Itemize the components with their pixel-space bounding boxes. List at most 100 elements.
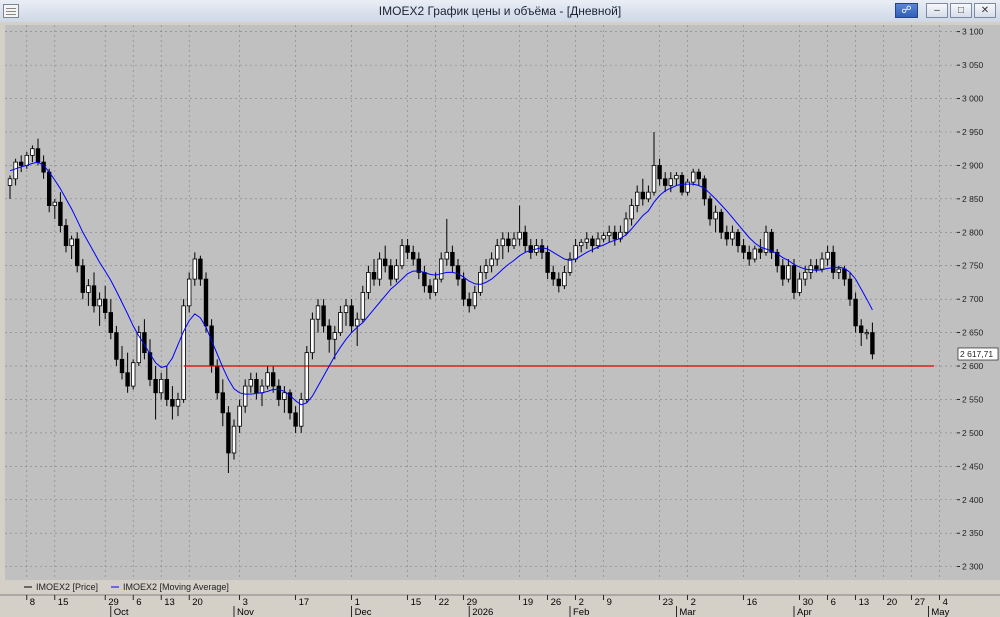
candle-up bbox=[315, 305, 321, 320]
legend-ma-label: IMOEX2 [Moving Average] bbox=[123, 582, 229, 592]
price-chart[interactable]: 3 100 3 050 3 000 2 950 2 900 2 850 2 800 2 750… bbox=[0, 22, 1000, 617]
candle-down bbox=[466, 298, 472, 307]
date-label: 6 bbox=[831, 597, 836, 608]
minimize-button[interactable]: – bbox=[926, 3, 948, 18]
candle-up bbox=[517, 231, 522, 240]
candle-up bbox=[494, 245, 500, 260]
candle-down bbox=[103, 298, 108, 313]
date-label: 16 bbox=[747, 597, 758, 608]
legend: IMOEX2 [Price] IMOEX2 [Moving Average] bbox=[24, 582, 229, 592]
date-axis[interactable] bbox=[0, 595, 1000, 617]
candle-up bbox=[192, 258, 197, 280]
candle-down bbox=[523, 231, 528, 247]
candle-up bbox=[343, 305, 349, 313]
date-label: 17 bbox=[299, 597, 310, 608]
candle-up bbox=[377, 258, 382, 280]
candle-down bbox=[349, 305, 354, 327]
candle-down bbox=[170, 399, 175, 407]
candle-down bbox=[769, 231, 774, 253]
legend-price-label: IMOEX2 [Price] bbox=[36, 582, 98, 592]
candle-up bbox=[635, 191, 640, 206]
candle-down bbox=[198, 258, 203, 280]
candle-up bbox=[394, 265, 399, 280]
candle-up bbox=[366, 272, 371, 293]
candle-up bbox=[579, 241, 584, 247]
candle-down bbox=[450, 251, 455, 267]
candle-down bbox=[405, 245, 410, 253]
candle-down bbox=[791, 265, 797, 293]
date-label: 20 bbox=[887, 597, 898, 608]
candle-down bbox=[612, 231, 617, 240]
candle-down bbox=[847, 278, 853, 300]
candle-up bbox=[674, 175, 679, 180]
y-tick-label: 2 650 bbox=[962, 328, 984, 338]
y-tick-label: 2 800 bbox=[962, 227, 984, 237]
candle-down bbox=[758, 248, 763, 253]
candle-up bbox=[181, 305, 186, 400]
link-icon: ☍ bbox=[901, 5, 912, 16]
candle-up bbox=[158, 378, 164, 394]
date-label: 13 bbox=[859, 597, 870, 608]
period-label: Nov bbox=[237, 607, 254, 617]
candle-up bbox=[483, 265, 489, 273]
candle-down bbox=[719, 211, 724, 233]
candle-up bbox=[825, 251, 830, 260]
y-tick-label: 2 350 bbox=[962, 528, 984, 538]
candle-up bbox=[489, 258, 494, 267]
candle-down bbox=[455, 265, 461, 280]
y-tick-label: 2 600 bbox=[962, 361, 984, 371]
candle-down bbox=[108, 312, 113, 333]
candle-down bbox=[326, 325, 332, 340]
candle-down bbox=[427, 285, 433, 293]
maximize-button[interactable]: □ bbox=[950, 3, 972, 18]
candle-down bbox=[203, 278, 209, 327]
title-bar: IMOEX2 График цены и объёма - [Дневной] … bbox=[0, 0, 1000, 23]
y-tick-label: 2 750 bbox=[962, 261, 984, 271]
date-label: 15 bbox=[411, 597, 422, 608]
candle-up bbox=[511, 238, 517, 247]
candle-up bbox=[304, 352, 309, 400]
candle-down bbox=[528, 245, 533, 253]
y-tick-label: 2 850 bbox=[962, 194, 984, 204]
candle-up bbox=[691, 171, 696, 183]
candle-down bbox=[63, 225, 69, 247]
candle-down bbox=[18, 161, 24, 166]
candle-up bbox=[310, 318, 315, 354]
candle-up bbox=[24, 154, 29, 166]
candle-up bbox=[86, 285, 91, 293]
candle-down bbox=[254, 378, 259, 394]
candle-up bbox=[444, 251, 449, 260]
close-button[interactable]: ✕ bbox=[974, 3, 996, 18]
candle-up bbox=[646, 191, 651, 200]
plot-area[interactable] bbox=[5, 25, 957, 580]
candle-down bbox=[870, 332, 875, 355]
date-label: 19 bbox=[523, 597, 534, 608]
y-tick-label: 2 450 bbox=[962, 461, 984, 471]
period-label: Dec bbox=[355, 607, 372, 617]
candle-up bbox=[713, 211, 718, 220]
candle-up bbox=[332, 332, 337, 340]
candle-up bbox=[282, 392, 287, 400]
candle-up bbox=[629, 205, 634, 220]
date-label: 23 bbox=[663, 597, 674, 608]
candle-up bbox=[730, 231, 735, 240]
date-label: 27 bbox=[915, 597, 926, 608]
candle-down bbox=[590, 238, 595, 247]
period-label: 2026 bbox=[472, 607, 493, 617]
candle-down bbox=[382, 258, 388, 267]
candle-up bbox=[651, 165, 657, 193]
y-tick-label: 2 550 bbox=[962, 394, 984, 404]
candle-down bbox=[735, 231, 741, 247]
candle-down bbox=[696, 171, 701, 180]
candle-up bbox=[130, 362, 136, 387]
link-button[interactable]: ☍ bbox=[895, 3, 918, 18]
y-tick-label: 2 300 bbox=[962, 562, 984, 572]
candle-down bbox=[164, 378, 169, 400]
candle-up bbox=[360, 292, 365, 320]
candle-down bbox=[119, 358, 125, 374]
candle-up bbox=[175, 399, 181, 407]
candle-down bbox=[35, 148, 41, 163]
candle-down bbox=[539, 245, 545, 253]
candle-up bbox=[595, 238, 601, 247]
date-label: 13 bbox=[164, 597, 175, 608]
